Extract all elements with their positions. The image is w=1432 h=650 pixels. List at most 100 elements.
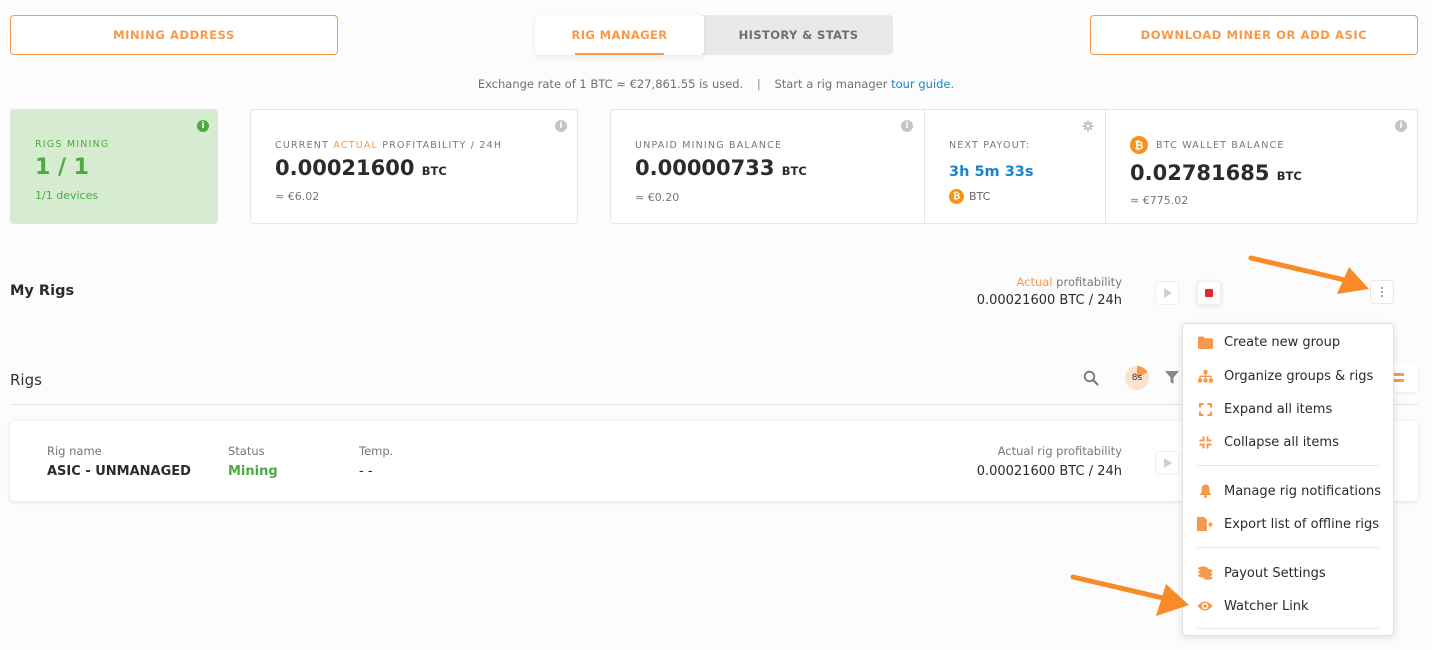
info-icon[interactable]: i [197,120,209,132]
label-highlight: Actual [1016,275,1053,289]
exchange-rate-text: Exchange rate of 1 BTC ≈ €27,861.55 is u… [477,77,744,91]
menu-item-label: Create new group [1224,334,1341,350]
profitability-value: 0.00021600 BTC [275,156,447,180]
temp-label: Temp. [359,444,394,458]
total-profitability-label: Actual profitability [977,275,1123,289]
label-part: PROFITABILITY / 24H [378,140,503,151]
menu-item-label: Collapse all items [1224,434,1339,450]
temp-value: - - [359,464,373,479]
profitability-label: CURRENT ACTUAL PROFITABILITY / 24H [275,140,502,151]
collapse-icon [1197,434,1213,450]
info-icon[interactable]: i [555,120,567,132]
menu-item-notifications[interactable]: Manage rig notifications [1183,477,1393,505]
menu-item-label: Expand all items [1224,401,1333,417]
rig-profit-value: 0.00021600 BTC / 24h [976,464,1122,479]
list-view-icon [1394,373,1404,376]
tab-history-stats[interactable]: HISTORY & STATS [704,15,893,55]
tab-history-stats-label: HISTORY & STATS [738,28,859,42]
status-badge: Mining [228,464,278,479]
refresh-timer-label: 8s [1131,373,1143,383]
main-tabs: RIG MANAGER HISTORY & STATS [535,15,893,55]
download-miner-label: DOWNLOAD MINER OR ADD ASIC [1140,28,1368,42]
menu-item-create-group[interactable]: Create new group [1183,328,1393,356]
status-column: Status Mining [228,444,278,479]
mining-address-button[interactable]: MINING ADDRESS [10,15,338,55]
profitability-fiat: ≈ €6.02 [275,190,320,203]
start-all-button[interactable] [1155,281,1179,305]
menu-item-collapse-all[interactable]: Collapse all items [1183,428,1393,456]
hierarchy-icon [1197,368,1213,384]
stop-icon [1205,289,1213,297]
unpaid-balance-label: UNPAID MINING BALANCE [635,140,783,151]
rig-profit-label: Actual rig profitability [997,444,1122,458]
wallet-header: ₿ BTC WALLET BALANCE [1130,136,1285,154]
folder-icon [1197,334,1213,350]
export-file-icon [1197,516,1213,532]
search-icon[interactable] [1083,370,1099,386]
annotation-arrow-icon [1248,255,1369,294]
rigs-mining-devices: 1/1 devices [35,189,99,202]
value-unit: BTC [1276,169,1302,183]
menu-item-label: Export list of offline rigs [1224,516,1380,532]
expand-icon [1197,401,1213,417]
value-unit: BTC [781,164,807,178]
menu-divider [1197,547,1379,548]
rig-name-column: Rig name ASIC - UNMANAGED [47,444,191,479]
menu-item-label: Watcher Link [1224,598,1309,614]
rig-name-label: Rig name [47,444,102,458]
kebab-menu-icon [1381,287,1383,297]
wallet-balance-section: i ₿ BTC WALLET BALANCE 0.02781685 BTC ≈ … [1106,110,1417,223]
list-view-icon-bar [1394,379,1404,382]
menu-item-organize[interactable]: Organize groups & rigs [1183,362,1393,390]
rigs-mining-label: RIGS MINING [35,139,110,150]
next-payout-label: NEXT PAYOUT: [949,140,1031,151]
tab-rig-manager[interactable]: RIG MANAGER [535,15,704,55]
rigs-mining-value: 1 / 1 [35,155,89,180]
bell-icon [1197,483,1213,499]
rig-name: ASIC - UNMANAGED [47,464,191,479]
rig-start-button[interactable] [1155,451,1179,475]
unpaid-balance-section: i UNPAID MINING BALANCE 0.00000733 BTC ≈… [611,110,925,223]
menu-item-label: Payout Settings [1224,565,1326,581]
total-profitability: Actual profitability 0.00021600 BTC / 24… [977,275,1122,308]
more-options-button[interactable] [1370,280,1394,304]
info-icon[interactable]: i [1395,120,1407,132]
menu-item-payout-settings[interactable]: Payout Settings [1183,559,1393,587]
next-payout-section: NEXT PAYOUT: 3h 5m 33s ₿ BTC [925,110,1106,223]
unpaid-balance-fiat: ≈ €0.20 [635,191,680,204]
tour-guide-link[interactable]: tour guide [891,77,950,91]
temp-column: Temp. - - [359,444,393,479]
stop-all-button[interactable] [1197,281,1221,305]
info-icon[interactable]: i [901,120,913,132]
tour-prefix: Start a rig manager [774,77,888,91]
menu-item-export-offline[interactable]: Export list of offline rigs [1183,510,1393,538]
profitability-card: i CURRENT ACTUAL PROFITABILITY / 24H 0.0… [250,109,578,224]
rig-profit-column: Actual rig profitability 0.00021600 BTC … [977,444,1122,479]
wallet-balance-fiat: ≈ €775.02 [1130,194,1189,207]
separator: | [756,77,761,91]
options-menu: Create new group Organize groups & rigs … [1182,323,1394,636]
next-payout-currency: ₿ BTC [949,189,990,204]
value-unit: BTC [421,164,447,178]
gear-icon[interactable] [1082,120,1094,132]
refresh-timer[interactable]: 8s [1125,366,1149,390]
coins-icon [1197,565,1213,581]
menu-divider [1197,628,1379,629]
filter-icon[interactable] [1165,371,1179,384]
menu-item-watcher-link[interactable]: Watcher Link [1183,592,1393,620]
total-profitability-value: 0.00021600 BTC / 24h [976,293,1122,308]
wallet-balance-label: BTC WALLET BALANCE [1156,139,1285,151]
eye-icon [1197,598,1213,614]
download-miner-button[interactable]: DOWNLOAD MINER OR ADD ASIC [1090,15,1418,55]
my-rigs-title: My Rigs [10,283,75,299]
value-number: 0.00021600 [275,156,415,180]
unpaid-balance-value: 0.00000733 BTC [635,156,807,180]
annotation-arrow-icon [1070,574,1189,616]
wallet-balance-value: 0.02781685 BTC [1130,161,1302,185]
bitcoin-icon: ₿ [949,189,964,204]
value-number: 0.02781685 [1130,161,1270,185]
tab-rig-manager-label: RIG MANAGER [571,28,668,42]
menu-divider [1197,465,1379,466]
bitcoin-icon: ₿ [1130,136,1148,154]
menu-item-expand-all[interactable]: Expand all items [1183,395,1393,423]
